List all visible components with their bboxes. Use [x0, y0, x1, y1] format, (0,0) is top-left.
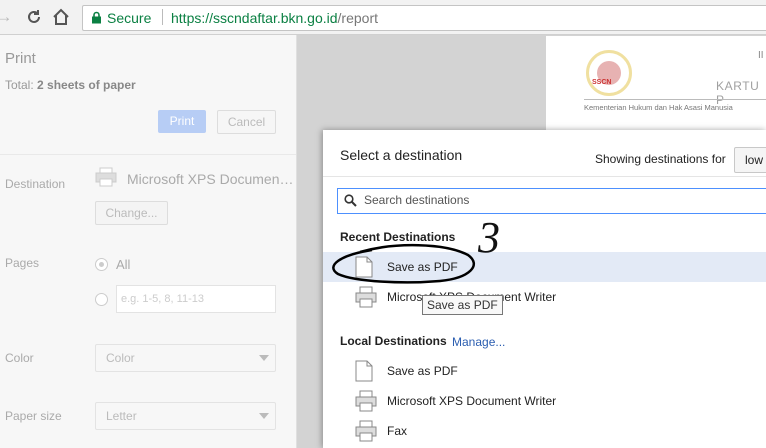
url-path: /report: [337, 10, 379, 26]
color-label: Color: [5, 351, 34, 365]
paper-size-select[interactable]: Letter: [95, 402, 276, 430]
divider: [584, 99, 766, 100]
paper-size-value: Letter: [106, 409, 137, 423]
divider: [162, 9, 163, 25]
pages-custom-input[interactable]: e.g. 1-5, 8, 11-13: [116, 285, 276, 313]
pages-custom-radio[interactable]: [95, 293, 108, 306]
secure-label: Secure: [107, 10, 152, 26]
chevron-down-icon: [259, 413, 269, 419]
change-destination-button[interactable]: Change...: [95, 201, 168, 225]
divider: [0, 154, 296, 155]
logo-text: SSCN: [592, 79, 612, 86]
print-title: Print: [5, 50, 36, 67]
print-settings-panel: Print Total: 2 sheets of paper Print Can…: [0, 35, 297, 448]
document-icon: [355, 256, 373, 281]
ministry-text: Kementerian Hukum dan Hak Asasi Manusia: [584, 103, 733, 112]
search-box[interactable]: [337, 188, 766, 214]
reload-icon[interactable]: [24, 6, 44, 28]
account-value: low: [745, 153, 764, 167]
color-select[interactable]: Color: [95, 344, 276, 372]
account-select[interactable]: low: [734, 147, 766, 173]
pages-all-label: All: [116, 257, 131, 272]
destination-name: Fax: [387, 424, 408, 438]
divider: [323, 176, 766, 177]
local-destination-fax[interactable]: Fax: [323, 416, 766, 446]
manage-link[interactable]: Manage...: [452, 335, 505, 349]
printer-icon: [355, 420, 377, 445]
destination-name: Microsoft XPS Document Writer: [387, 394, 557, 408]
pages-label: Pages: [5, 256, 40, 270]
destination-label: Destination: [5, 177, 66, 191]
print-total: Total: 2 sheets of paper: [5, 78, 136, 92]
pages-all-radio[interactable]: [95, 258, 108, 271]
home-icon[interactable]: [51, 6, 71, 28]
dialog-title: Select a destination: [340, 147, 463, 163]
cancel-button[interactable]: Cancel: [217, 110, 276, 134]
browser-toolbar: → Secure https://sscndaftar.bkn.go.id/re…: [0, 0, 766, 35]
url-host: https://sscndaftar.bkn.go.id: [171, 10, 338, 26]
printer-icon: [95, 167, 117, 190]
destination-name: Save as PDF: [387, 260, 458, 274]
print-button[interactable]: Print: [158, 110, 206, 133]
url-text[interactable]: https://sscndaftar.bkn.go.id/report: [171, 10, 378, 26]
local-destination-save-as-pdf[interactable]: Save as PDF: [323, 356, 766, 386]
page-mark: II: [758, 50, 764, 61]
recent-destination-save-as-pdf[interactable]: Save as PDF: [323, 252, 766, 282]
local-destination-xps-writer[interactable]: Microsoft XPS Document Writer: [323, 386, 766, 416]
tooltip: Save as PDF: [422, 295, 503, 315]
preview-page: SSCN II KARTU P Kementerian Hukum dan Ha…: [546, 36, 766, 136]
document-icon: [355, 360, 373, 385]
printer-icon: [355, 390, 377, 415]
search-destinations-input[interactable]: [364, 193, 744, 207]
destination-dialog: Select a destination Showing destination…: [323, 130, 766, 448]
printer-icon: [355, 286, 377, 311]
showing-destinations-label: Showing destinations for: [595, 152, 726, 166]
address-bar[interactable]: Secure https://sscndaftar.bkn.go.id/repo…: [82, 5, 766, 31]
local-destinations-heading: Local Destinations: [340, 334, 447, 348]
forward-icon[interactable]: →: [0, 6, 14, 28]
sscn-logo: SSCN: [586, 50, 632, 96]
lock-icon[interactable]: [91, 11, 102, 27]
destination-name: Save as PDF: [387, 364, 458, 378]
total-label: Total:: [5, 78, 38, 92]
search-icon: [344, 194, 357, 210]
recent-destinations-heading: Recent Destinations: [340, 230, 456, 244]
paper-size-label: Paper size: [5, 409, 62, 423]
total-value: 2 sheets of paper: [37, 78, 136, 92]
destination-value: Microsoft XPS Documen…: [127, 171, 294, 187]
recent-destination-xps-writer[interactable]: Microsoft XPS Document Writer: [323, 282, 766, 312]
chevron-down-icon: [259, 355, 269, 361]
pages-placeholder: e.g. 1-5, 8, 11-13: [121, 293, 204, 305]
color-value: Color: [106, 351, 135, 365]
